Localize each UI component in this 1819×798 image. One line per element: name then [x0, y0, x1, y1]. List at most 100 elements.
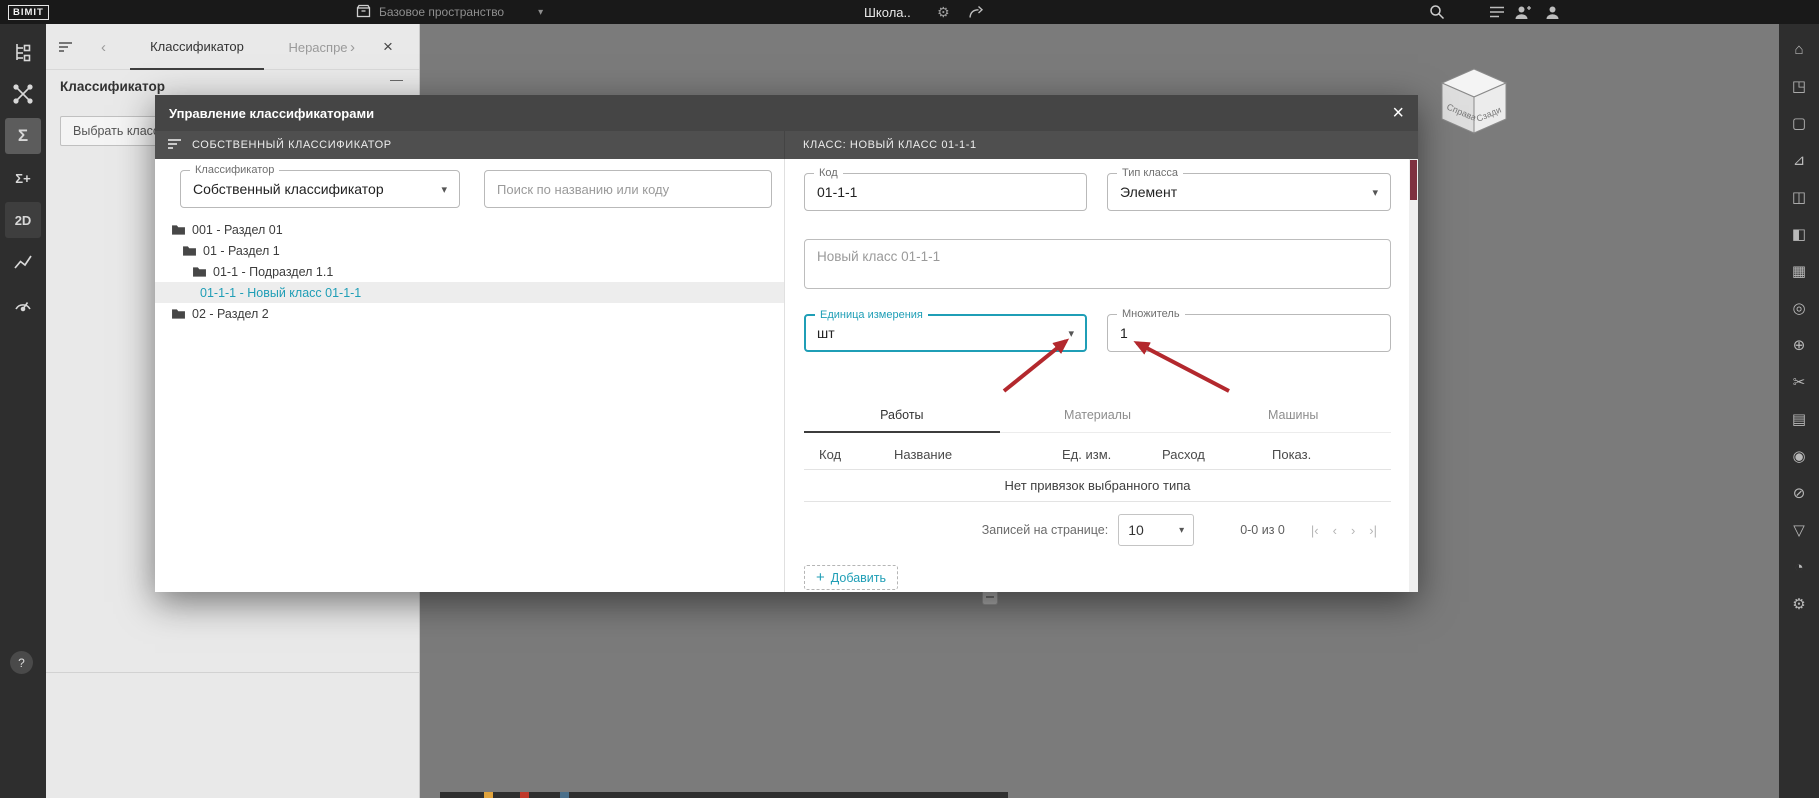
multiplier-value: 1: [1120, 325, 1128, 341]
taskbar-app-dot: [520, 792, 529, 798]
chevron-down-icon: ▾: [441, 183, 447, 196]
first-page-icon[interactable]: |‹: [1311, 523, 1319, 538]
select-box-icon[interactable]: ▢: [1786, 110, 1812, 136]
class-type-label: Тип класса: [1117, 166, 1183, 181]
share-icon[interactable]: [968, 0, 984, 24]
tabs-scroll-right-icon[interactable]: ›: [350, 24, 355, 70]
dependencies-icon[interactable]: [5, 76, 41, 112]
tree-item-selected[interactable]: 01-1-1 - Новый класс 01-1-1: [155, 282, 784, 303]
pagination-controls: |‹ ‹ › ›|: [1311, 523, 1377, 538]
col-code: Код: [819, 447, 842, 462]
rows-per-page-select[interactable]: 10 ▾: [1118, 514, 1195, 546]
tree-item-label: 02 - Раздел 2: [192, 306, 269, 321]
folder-icon: [192, 266, 207, 278]
add-binding-label: Добавить: [830, 570, 887, 585]
multiplier-label: Множитель: [1117, 307, 1185, 322]
settings-gear-icon[interactable]: ⚙: [937, 0, 950, 24]
view-2d-icon[interactable]: 2D: [5, 202, 41, 238]
unit-select[interactable]: Единица измерения шт ▾: [804, 308, 1087, 352]
app-logo: BIMIT: [8, 0, 49, 24]
tree-search-field: [484, 170, 772, 208]
classifier-section-title: СОБСТВЕННЫЙ КЛАССИФИКАТОР: [192, 139, 392, 151]
description-field[interactable]: Новый класс 01-1-1: [804, 239, 1391, 289]
bindings-table-header: Код Название Ед. изм. Расход Показ.: [804, 440, 1391, 470]
page-range: 0-0 из 0: [1240, 523, 1285, 537]
tree-search-input[interactable]: [485, 171, 771, 207]
panel-close-icon[interactable]: ×: [383, 24, 393, 70]
last-page-icon[interactable]: ›|: [1369, 523, 1377, 538]
panel-title: Классификатор: [60, 79, 165, 94]
focus-target-icon[interactable]: ◎: [1786, 295, 1812, 321]
task-list-icon[interactable]: [1489, 0, 1505, 24]
tab-materials[interactable]: Материалы: [1000, 402, 1196, 432]
orbit-view-icon[interactable]: ◳: [1786, 73, 1812, 99]
cut-plane-icon[interactable]: ✂: [1786, 369, 1812, 395]
tree-item-label: 01-1 - Подраздел 1.1: [213, 264, 334, 279]
tab-works[interactable]: Работы: [804, 402, 1000, 433]
splitter-drag-handle[interactable]: [982, 592, 998, 605]
measure-icon[interactable]: ⊿: [1786, 147, 1812, 173]
class-section-title: КЛАСС: НОВЫЙ КЛАСС 01-1-1: [803, 139, 977, 151]
dialog-title: Управление классификаторами: [169, 105, 375, 121]
compass-icon[interactable]: ◔: [1786, 554, 1812, 580]
taskbar-sliver: [440, 792, 1008, 798]
model-structure-icon[interactable]: [5, 34, 41, 70]
dialog-scrollbar[interactable]: [1409, 159, 1418, 592]
add-user-icon[interactable]: [1515, 0, 1532, 24]
classifier-select-value: Собственный классификатор: [193, 181, 384, 197]
bindings-tabs: Работы Материалы Машины: [804, 402, 1391, 433]
home-view-icon[interactable]: ⌂: [1786, 36, 1812, 62]
charts-icon[interactable]: [5, 244, 41, 280]
chevron-down-icon: ▾: [1372, 186, 1378, 199]
chevron-down-icon: ▾: [1179, 524, 1185, 536]
split-view-icon[interactable]: ◫: [1786, 184, 1812, 210]
dialog-section-headers: СОБСТВЕННЫЙ КЛАССИФИКАТОР КЛАСС: НОВЫЙ К…: [155, 131, 1418, 159]
rows-per-page-value: 10: [1128, 522, 1144, 538]
section-box-icon[interactable]: ◧: [1786, 221, 1812, 247]
tree-item[interactable]: 01 - Раздел 1: [155, 240, 784, 261]
layout-grid-icon[interactable]: ▦: [1786, 258, 1812, 284]
scrollbar-thumb[interactable]: [1410, 160, 1417, 200]
estimates-add-icon[interactable]: Σ+: [5, 160, 41, 196]
estimates-icon[interactable]: Σ: [5, 118, 41, 154]
workspace-icon: [356, 4, 371, 21]
layers-icon[interactable]: ▤: [1786, 406, 1812, 432]
prev-page-icon[interactable]: ‹: [1333, 523, 1337, 538]
code-field[interactable]: Код 01-1-1: [804, 166, 1087, 211]
panel-list-icon[interactable]: [58, 24, 73, 70]
account-icon[interactable]: [1545, 0, 1560, 24]
col-name: Название: [894, 447, 953, 462]
search-icon[interactable]: [1429, 0, 1445, 24]
tabs-scroll-left-icon[interactable]: ‹: [101, 24, 106, 70]
folder-icon: [182, 245, 197, 257]
classifier-tree-pane: Классификатор Собственный классификатор …: [155, 159, 785, 592]
navigation-cube[interactable]: Справа Сзади: [1437, 64, 1511, 143]
sort-list-icon[interactable]: [167, 138, 182, 153]
view-settings-icon[interactable]: ⚙: [1786, 591, 1812, 617]
tab-classifier[interactable]: Классификатор: [130, 24, 264, 70]
classifier-select[interactable]: Классификатор Собственный классификатор …: [180, 163, 460, 208]
dialog-close-icon[interactable]: ×: [1392, 103, 1404, 123]
top-bar: BIMIT Базовое пространство ▾ Школа.. ⚙: [0, 0, 1819, 24]
taskbar-app-dot: [484, 792, 493, 798]
next-page-icon[interactable]: ›: [1351, 523, 1355, 538]
class-type-select[interactable]: Тип класса Элемент ▾: [1107, 166, 1391, 211]
unit-select-value: шт: [817, 325, 835, 341]
tree-item[interactable]: 02 - Раздел 2: [155, 303, 784, 324]
visibility-icon[interactable]: ◉: [1786, 443, 1812, 469]
tree-item[interactable]: 001 - Раздел 01: [155, 219, 784, 240]
filter-icon[interactable]: ▽: [1786, 517, 1812, 543]
pagination-bar: Записей на странице: 10 ▾ 0-0 из 0 |‹ ‹ …: [804, 511, 1391, 549]
help-button[interactable]: ?: [10, 651, 33, 674]
pan-view-icon[interactable]: ⊕: [1786, 332, 1812, 358]
multiplier-field[interactable]: Множитель 1: [1107, 307, 1391, 352]
tab-machines[interactable]: Машины: [1195, 402, 1391, 432]
add-binding-button[interactable]: + Добавить: [804, 565, 899, 590]
tree-item[interactable]: 01-1 - Подраздел 1.1: [155, 261, 784, 282]
gauge-icon[interactable]: [5, 286, 41, 322]
panel-minimize-icon[interactable]: —: [390, 72, 403, 87]
folder-icon: [171, 224, 186, 236]
visibility-off-icon[interactable]: ⊘: [1786, 480, 1812, 506]
tab-unallocated[interactable]: Нераспре: [278, 24, 358, 70]
workspace-switcher[interactable]: Базовое пространство ▾: [356, 0, 543, 24]
